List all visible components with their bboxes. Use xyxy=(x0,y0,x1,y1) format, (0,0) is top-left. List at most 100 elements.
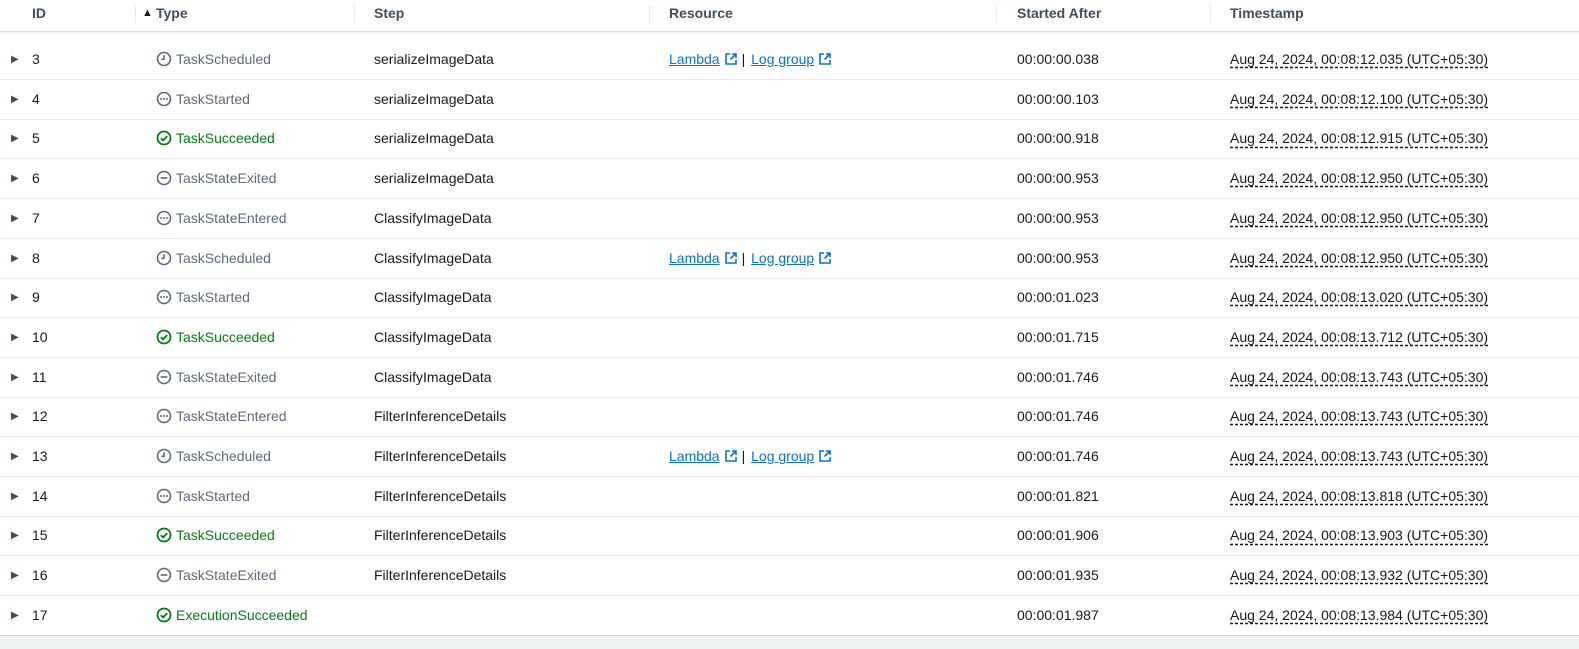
table-row[interactable]: ▶ 14 TaskStarted FilterInferenceDetails 00:0… xyxy=(0,477,1579,517)
caret-right-icon[interactable]: ▶ xyxy=(11,358,19,397)
caret-right-icon[interactable]: ▶ xyxy=(11,199,19,238)
table-row[interactable]: ▶ 13 TaskScheduled FilterInferenceDetails La… xyxy=(0,437,1579,477)
event-timestamp[interactable]: Aug 24, 2024, 00:08:13.743 (UTC+05:30) xyxy=(1230,397,1488,436)
log-group-link[interactable]: Log group xyxy=(751,51,814,67)
caret-right-icon[interactable]: ▶ xyxy=(11,278,19,317)
event-step: FilterInferenceDetails xyxy=(374,567,507,584)
lambda-link[interactable]: Lambda xyxy=(669,250,720,266)
event-step: ClassifyImageData xyxy=(374,289,492,306)
event-timestamp[interactable]: Aug 24, 2024, 00:08:13.932 (UTC+05:30) xyxy=(1230,556,1488,595)
event-id: 5 xyxy=(32,130,40,147)
column-header-step[interactable]: Step xyxy=(374,0,404,27)
event-timestamp[interactable]: Aug 24, 2024, 00:08:13.712 (UTC+05:30) xyxy=(1230,318,1488,357)
event-type-label: TaskScheduled xyxy=(176,249,271,266)
event-resource: Lambda | Log group xyxy=(669,437,836,476)
caret-right-icon[interactable]: ▶ xyxy=(11,596,19,635)
event-timestamp[interactable]: Aug 24, 2024, 00:08:12.035 (UTC+05:30) xyxy=(1230,40,1488,79)
caret-right-icon[interactable]: ▶ xyxy=(11,318,19,357)
caret-right-icon[interactable]: ▶ xyxy=(11,556,19,595)
table-row[interactable]: ▶ 8 TaskScheduled ClassifyImageData Lambda | … xyxy=(0,239,1579,279)
event-timestamp[interactable]: Aug 24, 2024, 00:08:12.950 (UTC+05:30) xyxy=(1230,199,1488,238)
caret-right-icon[interactable]: ▶ xyxy=(11,397,19,436)
caret-right-icon[interactable]: ▶ xyxy=(11,477,19,516)
column-header-resource[interactable]: Resource xyxy=(669,0,733,27)
caret-right-icon[interactable]: ▶ xyxy=(11,516,19,555)
event-step: ClassifyImageData xyxy=(374,368,492,385)
event-type-label: TaskStarted xyxy=(176,90,250,107)
column-divider[interactable] xyxy=(354,5,355,23)
event-started-after: 00:00:01.746 xyxy=(1017,368,1099,385)
external-link-icon[interactable] xyxy=(724,241,738,264)
check-circle-icon xyxy=(156,122,172,146)
event-id: 3 xyxy=(32,51,40,67)
external-link-icon[interactable] xyxy=(818,241,832,264)
log-group-link[interactable]: Log group xyxy=(751,250,814,266)
minus-circle-icon xyxy=(156,162,172,186)
event-timestamp[interactable]: Aug 24, 2024, 00:08:12.950 (UTC+05:30) xyxy=(1230,239,1488,278)
event-started-after: 00:00:01.023 xyxy=(1017,289,1099,306)
event-timestamp[interactable]: Aug 24, 2024, 00:08:13.818 (UTC+05:30) xyxy=(1230,477,1488,516)
table-row[interactable]: ▶ 9 TaskStarted ClassifyImageData 00:00:01.0… xyxy=(0,278,1579,319)
log-group-link[interactable]: Log group xyxy=(751,448,814,464)
table-row[interactable]: ▶ 7 TaskStateEntered ClassifyImageData 00:00… xyxy=(0,199,1579,239)
external-link-icon[interactable] xyxy=(724,439,738,462)
resource-separator: | xyxy=(741,448,746,464)
lambda-link[interactable]: Lambda xyxy=(669,51,720,67)
event-step: FilterInferenceDetails xyxy=(374,527,507,544)
sort-ascending-icon[interactable]: ▲ xyxy=(142,0,153,27)
caret-right-icon[interactable]: ▶ xyxy=(11,239,19,278)
event-timestamp[interactable]: Aug 24, 2024, 00:08:13.743 (UTC+05:30) xyxy=(1230,437,1488,476)
event-timestamp[interactable]: Aug 24, 2024, 00:08:12.100 (UTC+05:30) xyxy=(1230,80,1488,119)
column-divider[interactable] xyxy=(649,5,650,23)
clock-icon xyxy=(156,43,172,67)
external-link-icon[interactable] xyxy=(818,42,832,65)
event-timestamp[interactable]: Aug 24, 2024, 00:08:13.743 (UTC+05:30) xyxy=(1230,358,1488,397)
event-type-label: TaskSucceeded xyxy=(176,328,275,345)
event-type-label: TaskScheduled xyxy=(176,448,271,464)
event-type-label: TaskStarted xyxy=(176,487,250,504)
caret-right-icon[interactable]: ▶ xyxy=(11,119,19,158)
external-link-icon[interactable] xyxy=(818,439,832,462)
table-row[interactable]: ▶ 15 TaskSucceeded FilterInferenceDetails 00… xyxy=(0,516,1579,557)
column-divider[interactable] xyxy=(135,5,136,23)
table-row[interactable]: ▶ 16 TaskStateExited FilterInferenceDetails… xyxy=(0,556,1579,597)
table-row[interactable]: ▶ 12 TaskStateEntered FilterInferenceDetail… xyxy=(0,397,1579,438)
event-type: TaskStateEntered xyxy=(156,199,287,238)
event-timestamp[interactable]: Aug 24, 2024, 00:08:12.915 (UTC+05:30) xyxy=(1230,119,1488,158)
event-id: 16 xyxy=(32,567,48,584)
table-row[interactable]: ▶ 4 TaskStarted serializeImageData 00:00:00.… xyxy=(0,80,1579,120)
column-divider[interactable] xyxy=(1210,5,1211,23)
event-started-after: 00:00:01.935 xyxy=(1017,567,1099,584)
event-type: TaskStateExited xyxy=(156,556,276,595)
table-row[interactable]: ▶ 5 TaskSucceeded serializeImageData 00:00:0… xyxy=(0,119,1579,160)
table-row[interactable]: ▶ 10 TaskSucceeded ClassifyImageData 00:00:0… xyxy=(0,318,1579,358)
event-started-after: 00:00:01.746 xyxy=(1017,448,1099,464)
event-timestamp[interactable]: Aug 24, 2024, 00:08:12.950 (UTC+05:30) xyxy=(1230,159,1488,198)
table-row[interactable]: ▶ 17 ExecutionSucceeded 00:00:01.987 Aug 24,… xyxy=(0,596,1579,636)
column-header-id[interactable]: ID ▲ xyxy=(32,0,153,27)
event-type: TaskSucceeded xyxy=(156,318,275,357)
event-type: TaskScheduled xyxy=(156,40,271,79)
check-circle-icon xyxy=(156,321,172,345)
lambda-link[interactable]: Lambda xyxy=(669,448,720,464)
event-started-after: 00:00:00.103 xyxy=(1017,90,1099,107)
caret-right-icon[interactable]: ▶ xyxy=(11,437,19,476)
column-header-timestamp[interactable]: Timestamp xyxy=(1230,0,1304,27)
table-row[interactable]: ▶ 6 TaskStateExited serializeImageData 00:00… xyxy=(0,159,1579,200)
event-timestamp[interactable]: Aug 24, 2024, 00:08:13.984 (UTC+05:30) xyxy=(1230,596,1488,635)
column-header-type[interactable]: Type xyxy=(156,0,188,27)
event-type-label: TaskStateEntered xyxy=(176,209,287,226)
column-header-started-after[interactable]: Started After xyxy=(1017,0,1101,27)
table-row[interactable]: ▶ 3 TaskScheduled serializeImageData Lambda |… xyxy=(0,40,1579,80)
caret-right-icon[interactable]: ▶ xyxy=(11,80,19,119)
column-divider[interactable] xyxy=(996,5,997,23)
event-timestamp[interactable]: Aug 24, 2024, 00:08:13.903 (UTC+05:30) xyxy=(1230,516,1488,555)
ellipsis-icon xyxy=(156,480,172,503)
caret-right-icon[interactable]: ▶ xyxy=(11,159,19,198)
external-link-icon[interactable] xyxy=(724,42,738,65)
caret-right-icon[interactable]: ▶ xyxy=(11,40,19,79)
event-timestamp[interactable]: Aug 24, 2024, 00:08:13.020 (UTC+05:30) xyxy=(1230,278,1488,317)
table-row[interactable]: ▶ 11 TaskStateExited ClassifyImageData 00:00… xyxy=(0,358,1579,398)
event-type: ExecutionSucceeded xyxy=(156,596,308,635)
event-started-after: 00:00:01.906 xyxy=(1017,527,1099,544)
